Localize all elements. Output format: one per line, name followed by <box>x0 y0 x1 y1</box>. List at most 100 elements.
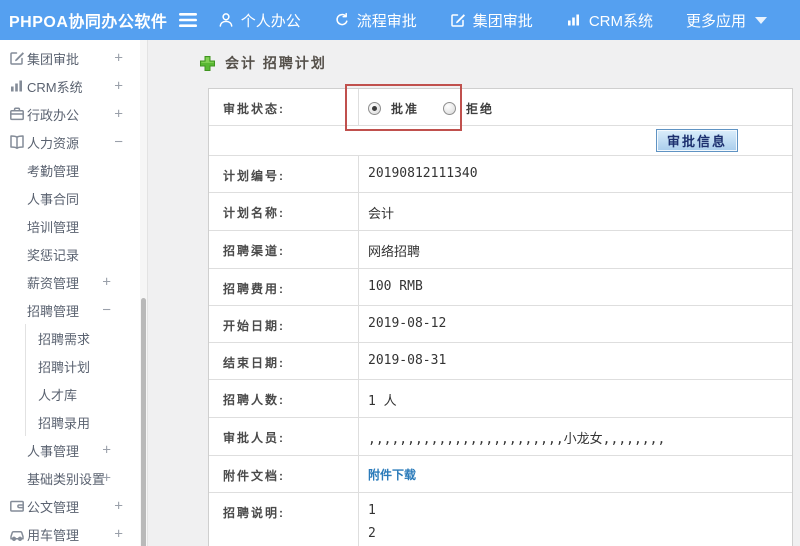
sidebar-menu: 集团审批 + CRM系统 + 行政办公 + 人力资源 − 考勤管理人事合同培训管理奖惩记录薪资管… <box>0 44 140 546</box>
headcount-value: 1 人 <box>368 394 397 409</box>
chart-icon <box>9 78 25 97</box>
add-plus-icon <box>200 55 215 71</box>
expand-plus-icon[interactable]: + <box>114 78 123 95</box>
sidebar-item-vehicle-mgmt[interactable]: 用车管理 + <box>0 520 140 546</box>
recruit-channel-value: 网络招聘 <box>368 245 421 260</box>
status-label: 审批状态: <box>209 89 359 125</box>
sidebar-item-recruit-hire[interactable]: 招聘录用 <box>25 408 140 436</box>
approve-radio[interactable] <box>368 102 381 115</box>
expand-plus-icon[interactable]: + <box>102 274 111 291</box>
nav-item-label: 流程审批 <box>356 12 417 30</box>
sidebar-item-human-resources[interactable]: 人力资源 − <box>0 128 140 156</box>
sidebar-item-recruit-demand[interactable]: 招聘需求 <box>25 324 140 352</box>
approval-info-button[interactable]: 审批信息 <box>655 129 738 152</box>
nav-item-label: 集团审批 <box>472 12 533 30</box>
main-content: 会计 招聘计划 审批状态: 批准 拒绝 审批信息 计划编号: 2019081211… <box>149 40 800 546</box>
reject-radio-label[interactable]: 拒绝 <box>466 100 494 117</box>
attachment-label: 附件文档: <box>209 456 359 492</box>
expand-plus-icon[interactable]: + <box>114 498 123 515</box>
expand-plus-icon[interactable]: + <box>114 106 123 123</box>
sidebar-item-label: 招聘需求 <box>38 331 91 347</box>
end-date-label: 结束日期: <box>209 343 359 379</box>
sidebar-item-recruit-plan[interactable]: 招聘计划 <box>25 352 140 380</box>
plan-name-label: 计划名称: <box>209 193 359 230</box>
sidebar-item-training[interactable]: 培训管理 <box>0 212 140 240</box>
form-row-headcount: 招聘人数: 1 人 <box>209 380 792 418</box>
sidebar-item-base-category[interactable]: 基础类别设置 + <box>0 464 140 492</box>
recruitment-plan-panel: 审批状态: 批准 拒绝 审批信息 计划编号: 20190812111340 计划名称… <box>208 88 793 546</box>
start-date-label: 开始日期: <box>209 306 359 342</box>
sidebar-item-label: 招聘管理 <box>27 303 80 319</box>
approvers-label: 审批人员: <box>209 418 359 455</box>
collapse-minus-icon[interactable]: − <box>102 302 111 319</box>
expand-plus-icon[interactable]: + <box>102 442 111 459</box>
sidebar-scrollbar-thumb[interactable] <box>141 298 146 546</box>
sidebar-item-personnel-mgmt[interactable]: 人事管理 + <box>0 436 140 464</box>
sidebar-item-attendance[interactable]: 考勤管理 <box>0 156 140 184</box>
hamburger-icon[interactable] <box>176 0 200 40</box>
form-row-plan-number: 计划编号: 20190812111340 <box>209 156 792 193</box>
briefcase-icon <box>9 106 25 125</box>
sidebar-item-label: 考勤管理 <box>27 163 80 179</box>
plan-number-label: 计划编号: <box>209 156 359 192</box>
form-row-plan-name: 计划名称: 会计 <box>209 193 792 231</box>
approvers-value: ,,,,,,,,,,,,,,,,,,,,,,,,,小龙女,,,,,,,, <box>368 432 666 447</box>
nav-item-personal-office[interactable]: 个人办公 <box>218 10 301 31</box>
page-title: 会计 招聘计划 <box>225 55 327 71</box>
caret-down-icon <box>755 16 767 24</box>
recruit-cost-value: 100 RMB <box>368 279 423 294</box>
form-row-attachment: 附件文档: 附件下载 <box>209 456 792 493</box>
sidebar-item-label: 招聘录用 <box>38 415 91 431</box>
sidebar: 集团审批 + CRM系统 + 行政办公 + 人力资源 − 考勤管理人事合同培训管理奖惩记录薪资管… <box>0 40 148 546</box>
button-row: 审批信息 <box>209 126 792 156</box>
expand-plus-icon[interactable]: + <box>114 526 123 543</box>
sidebar-item-label: 基础类别设置 <box>27 471 106 487</box>
sidebar-item-crm-system[interactable]: CRM系统 + <box>0 72 140 100</box>
sidebar-item-recruitment[interactable]: 招聘管理 − <box>0 296 140 324</box>
form-row-recruit-cost: 招聘费用: 100 RMB <box>209 269 792 306</box>
sidebar-item-label: 人事合同 <box>27 191 80 207</box>
expand-plus-icon[interactable]: + <box>114 50 123 67</box>
sidebar-item-label: 人才库 <box>38 387 78 403</box>
nav-item-process-approval[interactable]: 流程审批 <box>334 10 417 31</box>
sidebar-item-salary[interactable]: 薪资管理 + <box>0 268 140 296</box>
sidebar-item-label: 招聘计划 <box>38 359 91 375</box>
sidebar-item-rewards-punishments[interactable]: 奖惩记录 <box>0 240 140 268</box>
app-logo: PHPOA协同办公软件 <box>9 14 168 31</box>
top-navbar: PHPOA协同办公软件 个人办公 流程审批 集团审批 CRM系统 更多应用 <box>0 0 800 40</box>
expand-plus-icon[interactable]: + <box>102 470 111 487</box>
recruit-note-label: 招聘说明: <box>209 493 359 546</box>
sidebar-item-admin-office[interactable]: 行政办公 + <box>0 100 140 128</box>
form-rows: 计划编号: 20190812111340 计划名称: 会计 招聘渠道: 网络招聘招聘费用:… <box>209 156 792 546</box>
sidebar-item-document-mgmt[interactable]: 公文管理 + <box>0 492 140 520</box>
form-row-recruit-note: 招聘说明: 1 2 <box>209 493 792 546</box>
nav-item-crm-system[interactable]: CRM系统 <box>566 10 653 31</box>
end-date-value: 2019-08-31 <box>368 353 447 368</box>
nav-item-group-approval[interactable]: 集团审批 <box>450 10 533 31</box>
navbar-menu: 个人办公 流程审批 集团审批 CRM系统 更多应用 <box>218 10 800 31</box>
sidebar-item-label: 奖惩记录 <box>27 247 80 263</box>
folder-icon <box>9 498 25 517</box>
form-row-approvers: 审批人员: ,,,,,,,,,,,,,,,,,,,,,,,,,小龙女,,,,,,,… <box>209 418 792 456</box>
recruit-channel-label: 招聘渠道: <box>209 231 359 268</box>
sidebar-item-talent-pool[interactable]: 人才库 <box>25 380 140 408</box>
status-row: 审批状态: 批准 拒绝 <box>209 89 792 126</box>
nav-item-label: 更多应用 <box>685 12 746 30</box>
form-row-recruit-channel: 招聘渠道: 网络招聘 <box>209 231 792 269</box>
edit-icon <box>450 12 466 28</box>
book-icon <box>9 134 25 153</box>
approve-radio-label[interactable]: 批准 <box>391 100 419 117</box>
headcount-label: 招聘人数: <box>209 380 359 417</box>
sidebar-item-personnel-contract[interactable]: 人事合同 <box>0 184 140 212</box>
form-row-end-date: 结束日期: 2019-08-31 <box>209 343 792 380</box>
reject-radio[interactable] <box>443 102 457 115</box>
user-icon <box>218 12 234 28</box>
sidebar-item-label: 培训管理 <box>27 219 80 235</box>
sidebar-item-label: 薪资管理 <box>27 275 80 291</box>
attachment-download-link[interactable]: 附件下载 <box>368 468 416 482</box>
sidebar-scrollbar-track <box>140 40 147 546</box>
nav-item-more-apps[interactable]: 更多应用 <box>686 10 767 31</box>
sidebar-item-group-approval[interactable]: 集团审批 + <box>0 44 140 72</box>
collapse-minus-icon[interactable]: − <box>114 134 123 151</box>
process-icon <box>334 12 350 28</box>
